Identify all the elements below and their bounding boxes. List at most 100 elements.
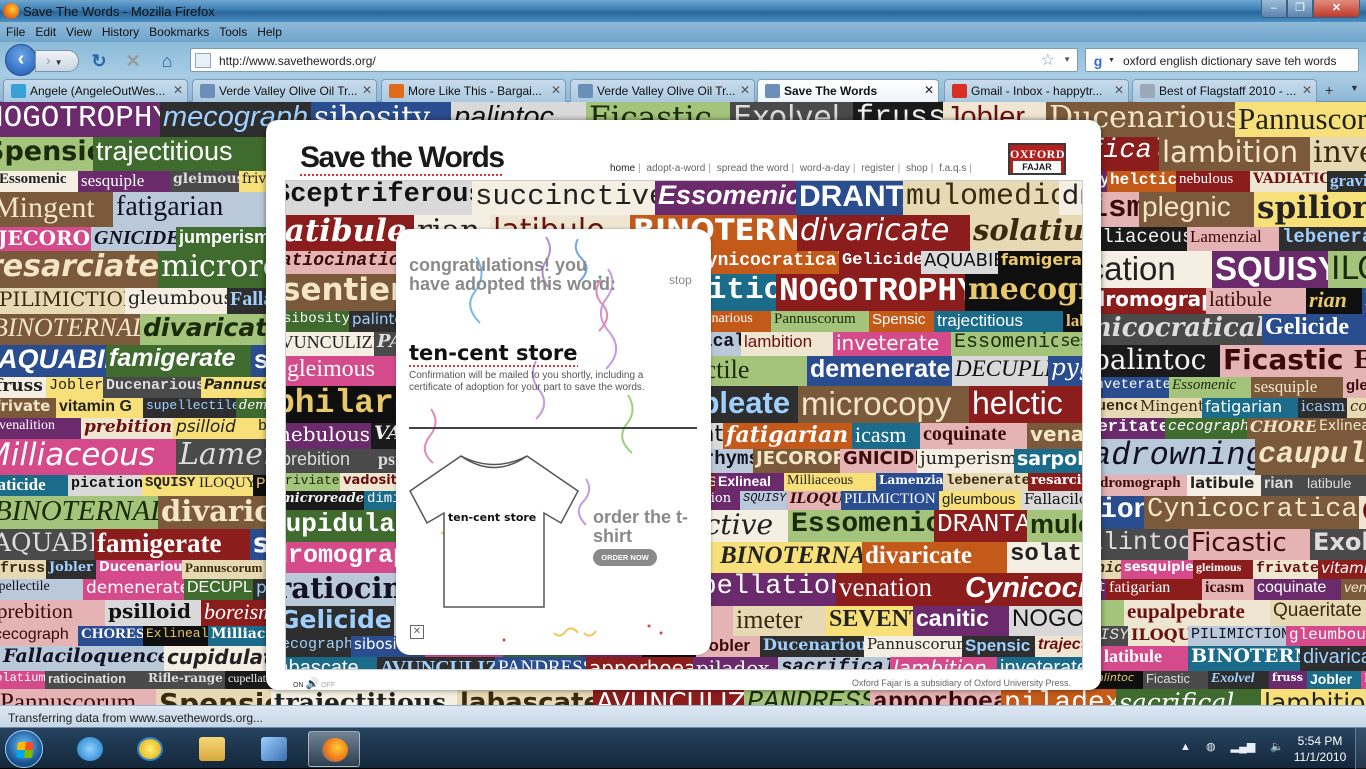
tab-verde-valley-1[interactable]: Verde Valley Olive Oil Tr... ✕ (192, 79, 377, 102)
nav-home[interactable]: home (610, 163, 635, 174)
list-all-tabs-button[interactable]: ▼ (1350, 83, 1359, 93)
sound-toggle[interactable]: ON 🔊 OFF (293, 677, 335, 690)
history-dropdown-icon[interactable]: ▼ (55, 58, 63, 67)
tab-close-icon[interactable]: ✕ (740, 83, 750, 97)
windows-taskbar: ▲ ◍ ▂▄▆ 🔈 5:54 PM 11/1/2010 (0, 727, 1366, 769)
status-bar: Transferring data from www.savethewords.… (0, 705, 1366, 727)
taskbar-internet-explorer[interactable] (64, 731, 116, 767)
engine-dropdown-icon[interactable]: ▼ (1108, 57, 1115, 64)
tab-close-icon[interactable]: ✕ (173, 83, 183, 97)
collage-word-tile: Milliaceous (0, 439, 176, 475)
collage-word-tile: DRANTA (796, 181, 903, 215)
show-hidden-icons[interactable]: ▲ (1180, 741, 1191, 753)
network-globe-icon[interactable]: ◍ (1206, 741, 1216, 753)
tshirt-image[interactable]: ten-cent store (406, 451, 582, 611)
nav-register[interactable]: register (861, 163, 894, 174)
collage-word-tile: Rifle-range (145, 671, 225, 689)
menu-edit[interactable]: Edit (30, 22, 61, 39)
tab-close-icon[interactable]: ✕ (551, 83, 561, 97)
collage-word-tile: mecograph (965, 274, 1082, 311)
forward-button[interactable]: › ▼ (35, 50, 79, 72)
collage-word-tile: Gelicide (1262, 314, 1366, 345)
signal-icon[interactable]: ▂▄▆ (1231, 741, 1256, 753)
tab-gmail[interactable]: Gmail - Inbox - happytr... ✕ (944, 79, 1129, 102)
collage-word-tile: gleumbous (1286, 626, 1366, 646)
menu-view[interactable]: View (61, 22, 97, 39)
collage-word-tile: Ficastic (1220, 345, 1351, 377)
tab-close-icon[interactable]: ✕ (362, 83, 372, 97)
collage-word-tile: resarciate (0, 251, 158, 288)
collage-word-tile: pygnastics (1048, 356, 1082, 386)
internet-explorer-icon (77, 737, 103, 761)
tab-label: Save The Words (784, 84, 878, 98)
url-text[interactable]: http://www.savethewords.org/ (219, 54, 376, 68)
home-button[interactable]: ⌂ (156, 50, 178, 72)
url-dropdown-icon[interactable]: ▼ (1063, 55, 1071, 64)
stop-button[interactable]: ✕ (122, 50, 144, 72)
collage-word-tile: fatigarian (723, 423, 852, 449)
menu-history[interactable]: History (97, 22, 144, 39)
taskbar-app[interactable] (248, 731, 300, 767)
nav-adopt-a-word[interactable]: adopt-a-word (646, 163, 705, 174)
start-button[interactable] (5, 730, 43, 768)
collage-word-tile: Exolvel (1310, 529, 1366, 560)
collage-word-tile: inveterate (1310, 137, 1366, 171)
taskbar-chat-app[interactable] (124, 731, 176, 767)
bookmark-star-icon[interactable]: ☆ (1041, 50, 1055, 70)
collage-word-tile: solatium (0, 671, 45, 689)
nav-word-a-day[interactable]: word-a-day (800, 163, 850, 174)
collage-word-tile: latibule (1206, 288, 1306, 314)
collage-word-tile: BINOTERNAL (0, 496, 158, 529)
collage-word-tile: CHORESS (78, 626, 143, 646)
reload-button[interactable]: ↻ (88, 50, 110, 72)
maximize-button[interactable]: ❐ (1287, 0, 1313, 18)
search-bar[interactable]: g ▼ oxford english dictionary save teh w… (1085, 48, 1359, 72)
menu-bookmarks[interactable]: Bookmarks (144, 22, 214, 39)
close-window-button[interactable]: ✕ (1313, 0, 1360, 18)
nav-faqs[interactable]: f.a.q.s (939, 163, 966, 174)
minimize-button[interactable]: – (1261, 0, 1287, 18)
tab-close-icon[interactable]: ✕ (1114, 83, 1124, 97)
collage-word-tile: gleimous (286, 356, 397, 386)
collage-word-tile: Mingent (1137, 398, 1202, 418)
tab-close-icon[interactable]: ✕ (924, 83, 934, 97)
tab-verde-valley-2[interactable]: Verde Valley Olive Oil Tr... ✕ (570, 79, 755, 102)
stop-animation-link[interactable]: stop (669, 273, 692, 287)
address-bar[interactable]: http://www.savethewords.org/ ☆ ▼ (190, 48, 1078, 72)
menu-help[interactable]: Help (252, 22, 287, 39)
nav-spread-the-word[interactable]: spread the word (717, 163, 789, 174)
back-button[interactable]: ‹ (5, 44, 37, 76)
taskbar-explorer[interactable] (186, 731, 238, 767)
system-clock[interactable]: 5:54 PM 11/1/2010 (1290, 733, 1350, 765)
nav-shop[interactable]: shop (906, 163, 928, 174)
new-tab-button[interactable]: + (1325, 82, 1333, 98)
collage-word-tile: JECORORY (753, 449, 840, 473)
site-logo[interactable]: Save the Words (300, 141, 505, 176)
tab-best-of-flagstaff[interactable]: Best of Flagstaff 2010 - ... ✕ (1132, 79, 1317, 102)
show-desktop-button[interactable] (1355, 728, 1366, 769)
close-card-button[interactable]: ✕ (410, 625, 424, 639)
tab-more-like-this[interactable]: More Like This - Bargai... ✕ (381, 79, 566, 102)
menu-file[interactable]: File (0, 22, 30, 39)
collage-word-tile: prebition (81, 418, 173, 439)
system-tray: ▲ ◍ ▂▄▆ 🔈 (1180, 740, 1296, 753)
google-icon[interactable]: g (1089, 52, 1107, 70)
sound-off-label[interactable]: OFF (321, 682, 335, 689)
collage-word-tile: pication (68, 475, 142, 496)
collage-word-tile: Exlineal (1316, 418, 1366, 439)
volume-icon[interactable]: 🔈 (1270, 741, 1284, 753)
tab-twitter[interactable]: Angele (AngeleOutWes... ✕ (3, 79, 188, 102)
menu-tools[interactable]: Tools (214, 22, 252, 39)
taskbar-firefox[interactable] (308, 731, 360, 767)
collage-word-tile: rian (1261, 475, 1304, 496)
page-icon (1140, 84, 1155, 98)
tab-save-the-words[interactable]: Save The Words ✕ (757, 79, 939, 102)
order-now-button[interactable]: ORDER NOW (593, 549, 657, 566)
oxford-fajar-logo[interactable]: OXFORD FAJAR (1008, 143, 1066, 175)
collage-word-tile: supellectile (0, 579, 83, 600)
sound-on-label[interactable]: ON (293, 682, 304, 689)
search-input[interactable]: oxford english dictionary save teh words (1123, 54, 1336, 68)
collage-word-tile: rian (1306, 288, 1362, 314)
tab-close-icon[interactable]: ✕ (1302, 83, 1312, 97)
collage-word-tile: PILIMICTION (0, 288, 125, 314)
